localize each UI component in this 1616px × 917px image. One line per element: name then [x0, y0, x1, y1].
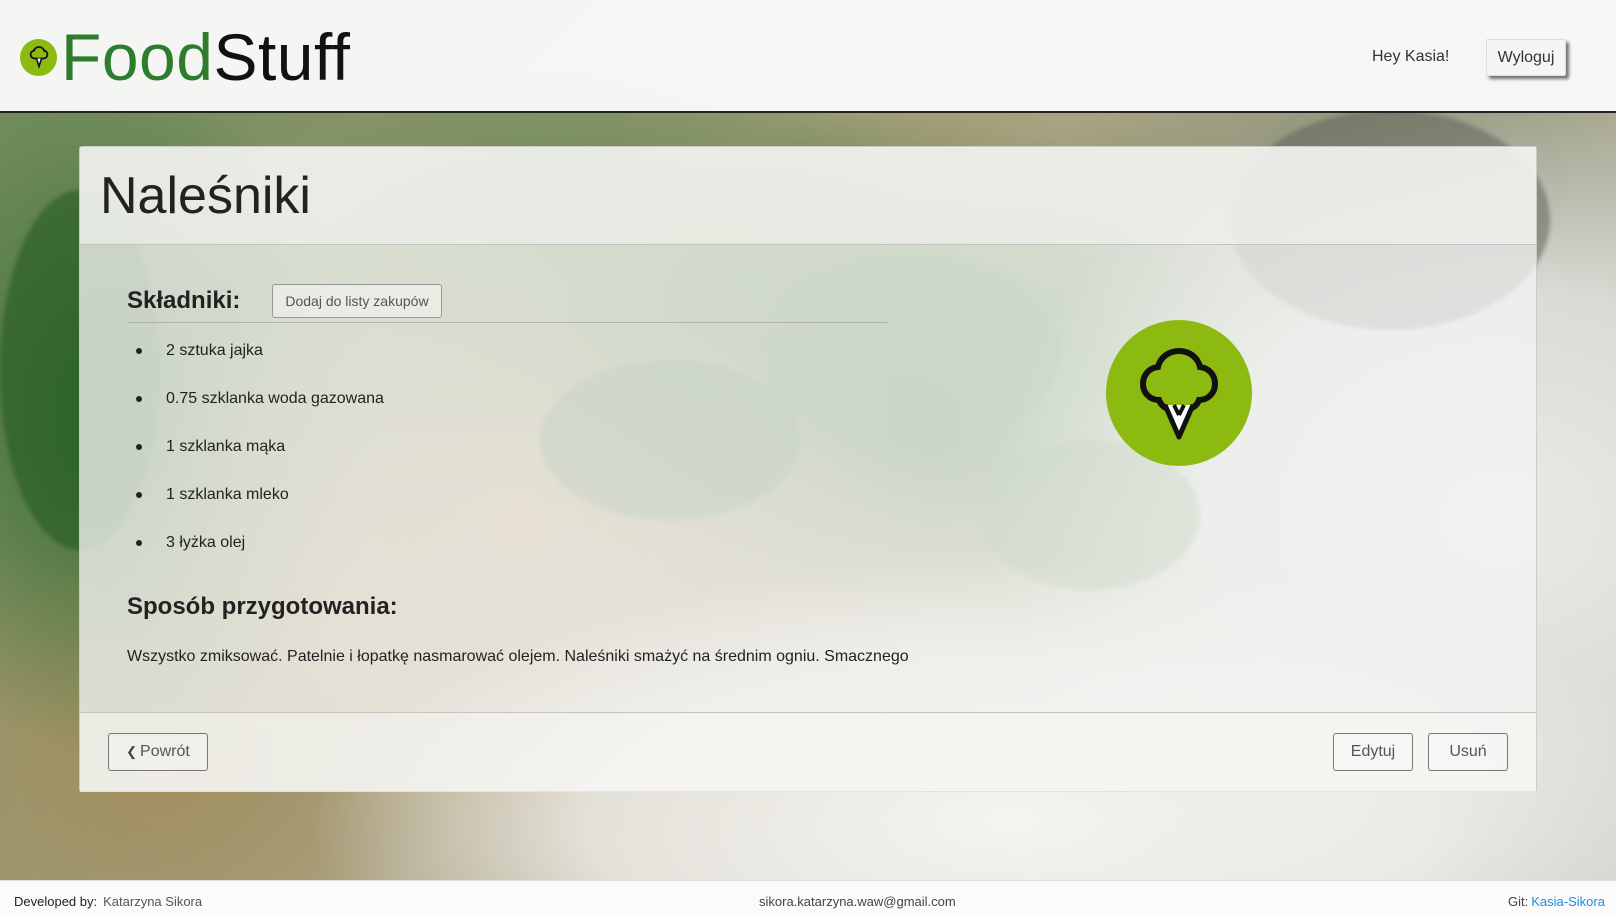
bullet-icon: [136, 540, 142, 546]
brand-name-food: Food: [61, 20, 214, 94]
contact-email: sikora.katarzyna.waw@gmail.com: [759, 894, 956, 909]
ingredient-text: 2 sztuka jajka: [166, 342, 263, 359]
ingredient-text: 1 szklanka mąka: [166, 438, 286, 455]
list-item: 3 łyżka olej: [136, 519, 384, 567]
bullet-icon: [136, 348, 142, 354]
ingredient-text: 3 łyżka olej: [166, 534, 246, 551]
ingredient-text: 1 szklanka mleko: [166, 486, 289, 503]
git-credit: Git: Kasia-Sikora: [1508, 894, 1605, 909]
recipe-card-footer: ❮ Powrót Edytuj Usuń: [80, 712, 1536, 792]
page-footer: Developed by: Katarzyna Sikora sikora.kat…: [0, 880, 1616, 917]
logout-button[interactable]: Wyloguj: [1486, 39, 1566, 76]
broccoli-logo-icon: [20, 38, 57, 76]
list-item: 1 szklanka mleko: [136, 471, 384, 519]
ingredient-text: 0.75 szklanka woda gazowana: [166, 390, 384, 407]
ingredients-list: 2 sztuka jajka 0.75 szklanka woda gazowa…: [136, 327, 384, 567]
chevron-left-icon: ❮: [126, 744, 138, 759]
top-navbar: FoodStuff Hey Kasia! Wyloguj: [0, 0, 1616, 113]
list-item: 2 sztuka jajka: [136, 327, 384, 375]
developer-name: Katarzyna Sikora: [103, 894, 203, 909]
git-link[interactable]: Kasia-Sikora: [1531, 894, 1605, 909]
brand-logo[interactable]: FoodStuff: [20, 24, 350, 90]
ingredients-header: Składniki: Dodaj do listy zakupów: [127, 279, 887, 323]
broccoli-icon: [1106, 320, 1252, 466]
bullet-icon: [136, 444, 142, 450]
list-item: 1 szklanka mąka: [136, 423, 384, 471]
recipe-title: Naleśniki: [100, 166, 311, 225]
developer-credit: Developed by: Katarzyna Sikora: [14, 894, 202, 909]
user-greeting: Hey Kasia!: [1372, 48, 1450, 65]
bullet-icon: [136, 492, 142, 498]
recipe-card: Naleśniki Składniki: Dodaj do listy zaku…: [79, 146, 1537, 792]
delete-button[interactable]: Usuń: [1428, 733, 1508, 771]
preparation-title: Sposób przygotowania:: [127, 593, 398, 620]
back-button-label: Powrót: [140, 743, 190, 760]
list-item: 0.75 szklanka woda gazowana: [136, 375, 384, 423]
ingredients-title: Składniki:: [127, 286, 241, 314]
developer-label: Developed by:: [14, 894, 98, 909]
brand-name: FoodStuff: [61, 24, 350, 90]
recipe-card-header: Naleśniki: [80, 147, 1536, 245]
bullet-icon: [136, 396, 142, 402]
preparation-text: Wszystko zmiksować. Patelnie i łopatkę n…: [127, 648, 909, 665]
add-to-shopping-list-button[interactable]: Dodaj do listy zakupów: [272, 283, 442, 318]
brand-name-stuff: Stuff: [213, 20, 351, 94]
git-label: Git:: [1508, 894, 1529, 909]
back-button[interactable]: ❮ Powrót: [108, 733, 208, 771]
edit-button[interactable]: Edytuj: [1333, 733, 1413, 771]
